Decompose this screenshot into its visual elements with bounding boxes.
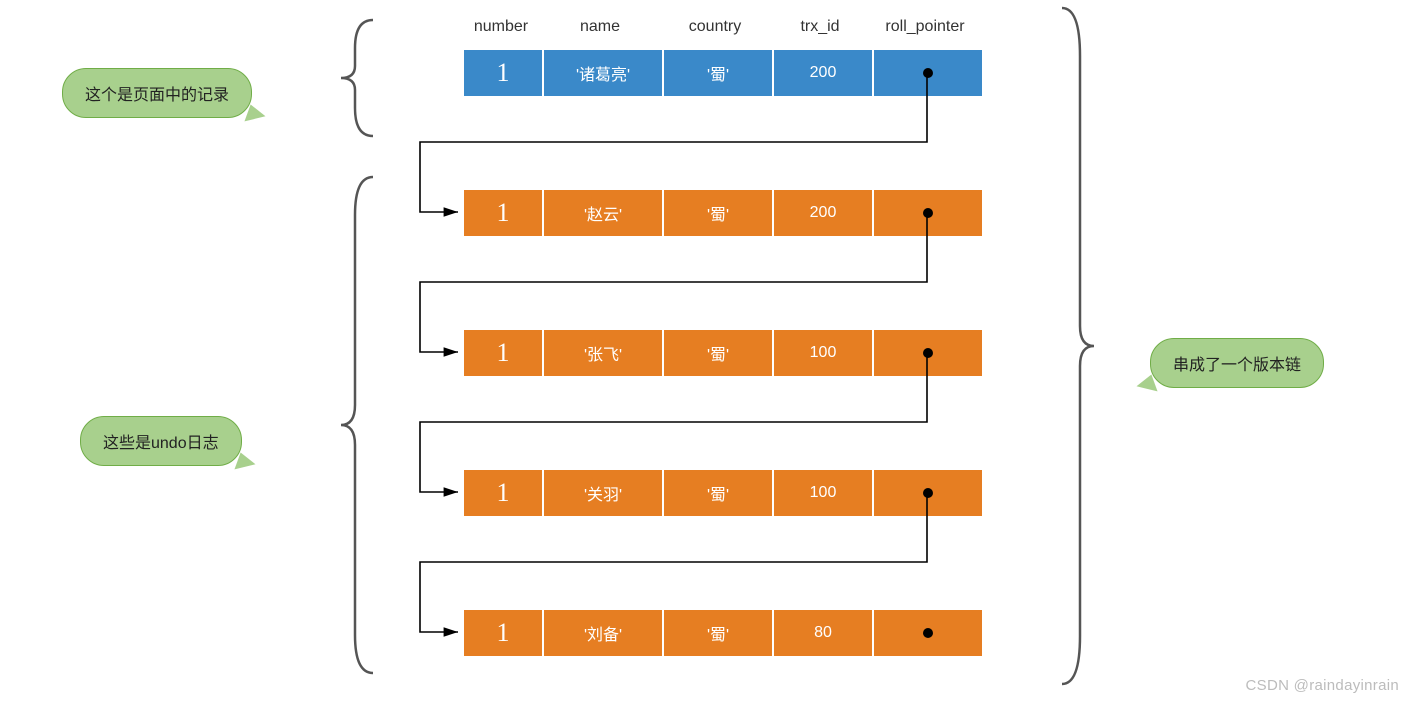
connector-0 bbox=[410, 72, 930, 222]
watermark: CSDN @raindayinrain bbox=[1246, 677, 1399, 694]
brace-version-chain bbox=[1060, 6, 1100, 686]
annotation-undo-logs: 这些是undo日志 bbox=[80, 416, 242, 466]
brace-page-record bbox=[335, 18, 375, 138]
header-trx-id: trx_id bbox=[770, 18, 870, 36]
header-roll-pointer: roll_pointer bbox=[870, 18, 980, 36]
annotation-chain-label: 串成了一个版本链 bbox=[1173, 357, 1301, 374]
annotation-page-record: 这个是页面中的记录 bbox=[62, 68, 252, 118]
annotation-version-chain: 串成了一个版本链 bbox=[1150, 338, 1324, 388]
header-number: number bbox=[462, 18, 540, 36]
header-country: country bbox=[660, 18, 770, 36]
annotation-undo-label: 这些是undo日志 bbox=[103, 435, 219, 452]
connector-2 bbox=[410, 352, 930, 502]
annotation-page-record-label: 这个是页面中的记录 bbox=[85, 87, 229, 104]
brace-undo-logs bbox=[335, 175, 375, 675]
column-headers: number name country trx_id roll_pointer bbox=[462, 18, 980, 36]
connector-3 bbox=[410, 492, 930, 642]
header-name: name bbox=[540, 18, 660, 36]
connector-1 bbox=[410, 212, 930, 362]
